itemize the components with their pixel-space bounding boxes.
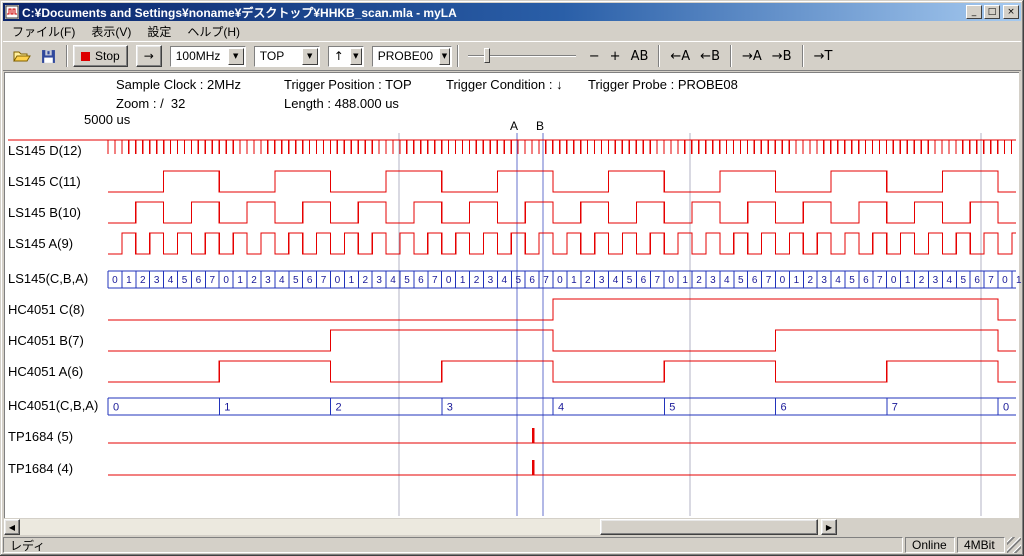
slider-thumb[interactable] — [484, 48, 490, 63]
goto-marker-a-button[interactable]: ←A — [665, 48, 695, 65]
channel-label[interactable]: HC4051 C(8) — [8, 302, 85, 318]
stop-square-icon — [81, 52, 90, 61]
run-button[interactable]: → — [136, 45, 162, 67]
save-button[interactable] — [35, 45, 61, 67]
menu-item-view[interactable]: 表示(V) — [83, 20, 139, 43]
channel-label[interactable]: LS145 D(12) — [8, 143, 82, 159]
scrollbar-thumb[interactable] — [600, 519, 818, 535]
goto-trigger-button[interactable]: →T — [809, 48, 838, 65]
window-title: C:¥Documents and Settings¥noname¥デスクトップ¥… — [22, 4, 961, 21]
zoom-out-button[interactable]: − — [584, 48, 605, 65]
toolbar-separator — [658, 45, 660, 67]
ab-button[interactable]: AB — [626, 48, 654, 65]
open-folder-icon — [13, 49, 31, 63]
toolbar-separator — [457, 45, 459, 67]
trigger-position-combo[interactable]: TOP ▼ — [254, 46, 320, 67]
time-per-division: 5000 us — [84, 112, 130, 127]
forward-marker-a-button[interactable]: →A — [737, 48, 767, 65]
trigger-edge-combo[interactable]: ↑ ▼ — [328, 46, 364, 67]
memory-size-status: 4MBit — [957, 537, 1005, 553]
channel-label[interactable]: LS145 C(11) — [8, 174, 81, 190]
online-status: Online — [905, 537, 955, 553]
goto-marker-b-button[interactable]: ←B — [695, 48, 725, 65]
app-icon — [5, 5, 19, 19]
toolbar-separator — [730, 45, 732, 67]
scroll-right-arrow[interactable]: ▶ — [821, 519, 837, 535]
length-info: Length : 488.000 us — [284, 96, 399, 111]
status-bar: レディ Online 4MBit — [3, 537, 1021, 553]
scroll-left-arrow[interactable]: ◀ — [4, 519, 20, 535]
stop-button[interactable]: Stop — [73, 45, 128, 67]
floppy-disk-icon — [41, 49, 56, 64]
channel-label[interactable]: LS145 A(9) — [8, 236, 73, 252]
title-bar[interactable]: C:¥Documents and Settings¥noname¥デスクトップ¥… — [3, 3, 1021, 21]
channel-label[interactable]: TP1684 (4) — [8, 461, 73, 477]
menu-bar: ファイル(F) 表示(V) 設定 ヘルプ(H) — [3, 21, 1021, 41]
channel-label[interactable]: LS145 B(10) — [8, 205, 81, 221]
open-file-button[interactable] — [9, 45, 35, 67]
trigger-position-info: Trigger Position : TOP — [284, 77, 412, 92]
channel-label[interactable]: HC4051 B(7) — [8, 333, 84, 349]
channel-label[interactable]: HC4051(C,B,A) — [8, 398, 98, 414]
toolbar-separator — [802, 45, 804, 67]
minimize-button[interactable]: _ — [966, 5, 982, 19]
status-message: レディ — [3, 537, 903, 553]
zoom-in-button[interactable]: + — [605, 48, 626, 65]
sample-clock-info: Sample Clock : 2MHz — [116, 77, 241, 92]
resize-grip[interactable] — [1007, 537, 1021, 553]
waveform-area[interactable] — [4, 72, 1019, 518]
app-window: C:¥Documents and Settings¥noname¥デスクトップ¥… — [0, 0, 1024, 556]
close-button[interactable]: × — [1003, 5, 1019, 19]
forward-marker-b-button[interactable]: →B — [767, 48, 797, 65]
trigger-probe-info: Trigger Probe : PROBE08 — [588, 77, 738, 92]
maximize-button[interactable]: □ — [984, 5, 1000, 19]
chevron-down-icon[interactable]: ▼ — [302, 48, 318, 65]
trigger-condition-info: Trigger Condition : ↓ — [446, 77, 563, 92]
trigger-probe-combo[interactable]: PROBE00 ▼ — [372, 46, 452, 67]
menu-item-settings[interactable]: 設定 — [139, 20, 179, 43]
sample-clock-combo[interactable]: 100MHz ▼ — [170, 46, 246, 67]
zoom-info: Zoom : / 32 — [116, 96, 185, 111]
toolbar-separator — [66, 45, 68, 67]
chevron-down-icon[interactable]: ▼ — [350, 48, 362, 65]
chevron-down-icon[interactable]: ▼ — [228, 48, 244, 65]
chevron-down-icon[interactable]: ▼ — [439, 48, 450, 65]
h-scrollbar[interactable]: ◀ ▶ — [4, 519, 837, 535]
menu-item-help[interactable]: ヘルプ(H) — [179, 20, 248, 43]
channel-label[interactable]: HC4051 A(6) — [8, 364, 83, 380]
zoom-slider[interactable] — [468, 45, 576, 67]
toolbar: Stop → 100MHz ▼ TOP ▼ ↑ ▼ PROBE00 ▼ − + … — [3, 41, 1021, 71]
channel-label[interactable]: LS145(C,B,A) — [8, 271, 88, 287]
channel-label[interactable]: TP1684 (5) — [8, 429, 73, 445]
menu-item-file[interactable]: ファイル(F) — [4, 20, 83, 43]
